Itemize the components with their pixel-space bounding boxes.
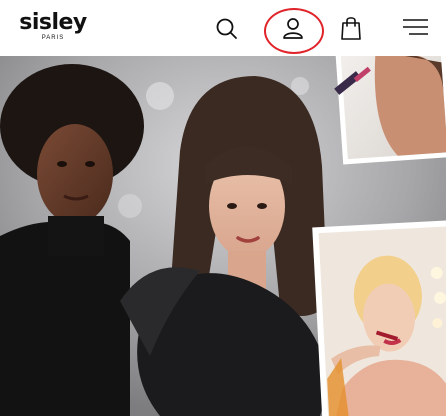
sisley-logo[interactable]: sisley PARIS	[11, 12, 95, 42]
shopping-bag-icon	[341, 17, 361, 40]
account-highlight-circle	[264, 8, 324, 54]
shopping-bag-button[interactable]	[339, 15, 363, 41]
logo-tagline: PARIS	[41, 35, 65, 41]
hero-collage-photo[interactable]	[0, 56, 446, 416]
search-icon	[216, 18, 237, 39]
hamburger-menu-icon	[403, 19, 428, 35]
hero-image	[0, 56, 446, 416]
logo-wordmark: sisley	[19, 10, 87, 35]
search-button[interactable]	[214, 16, 240, 42]
site-header: sisley PARIS	[0, 0, 446, 56]
menu-button[interactable]	[400, 16, 430, 38]
